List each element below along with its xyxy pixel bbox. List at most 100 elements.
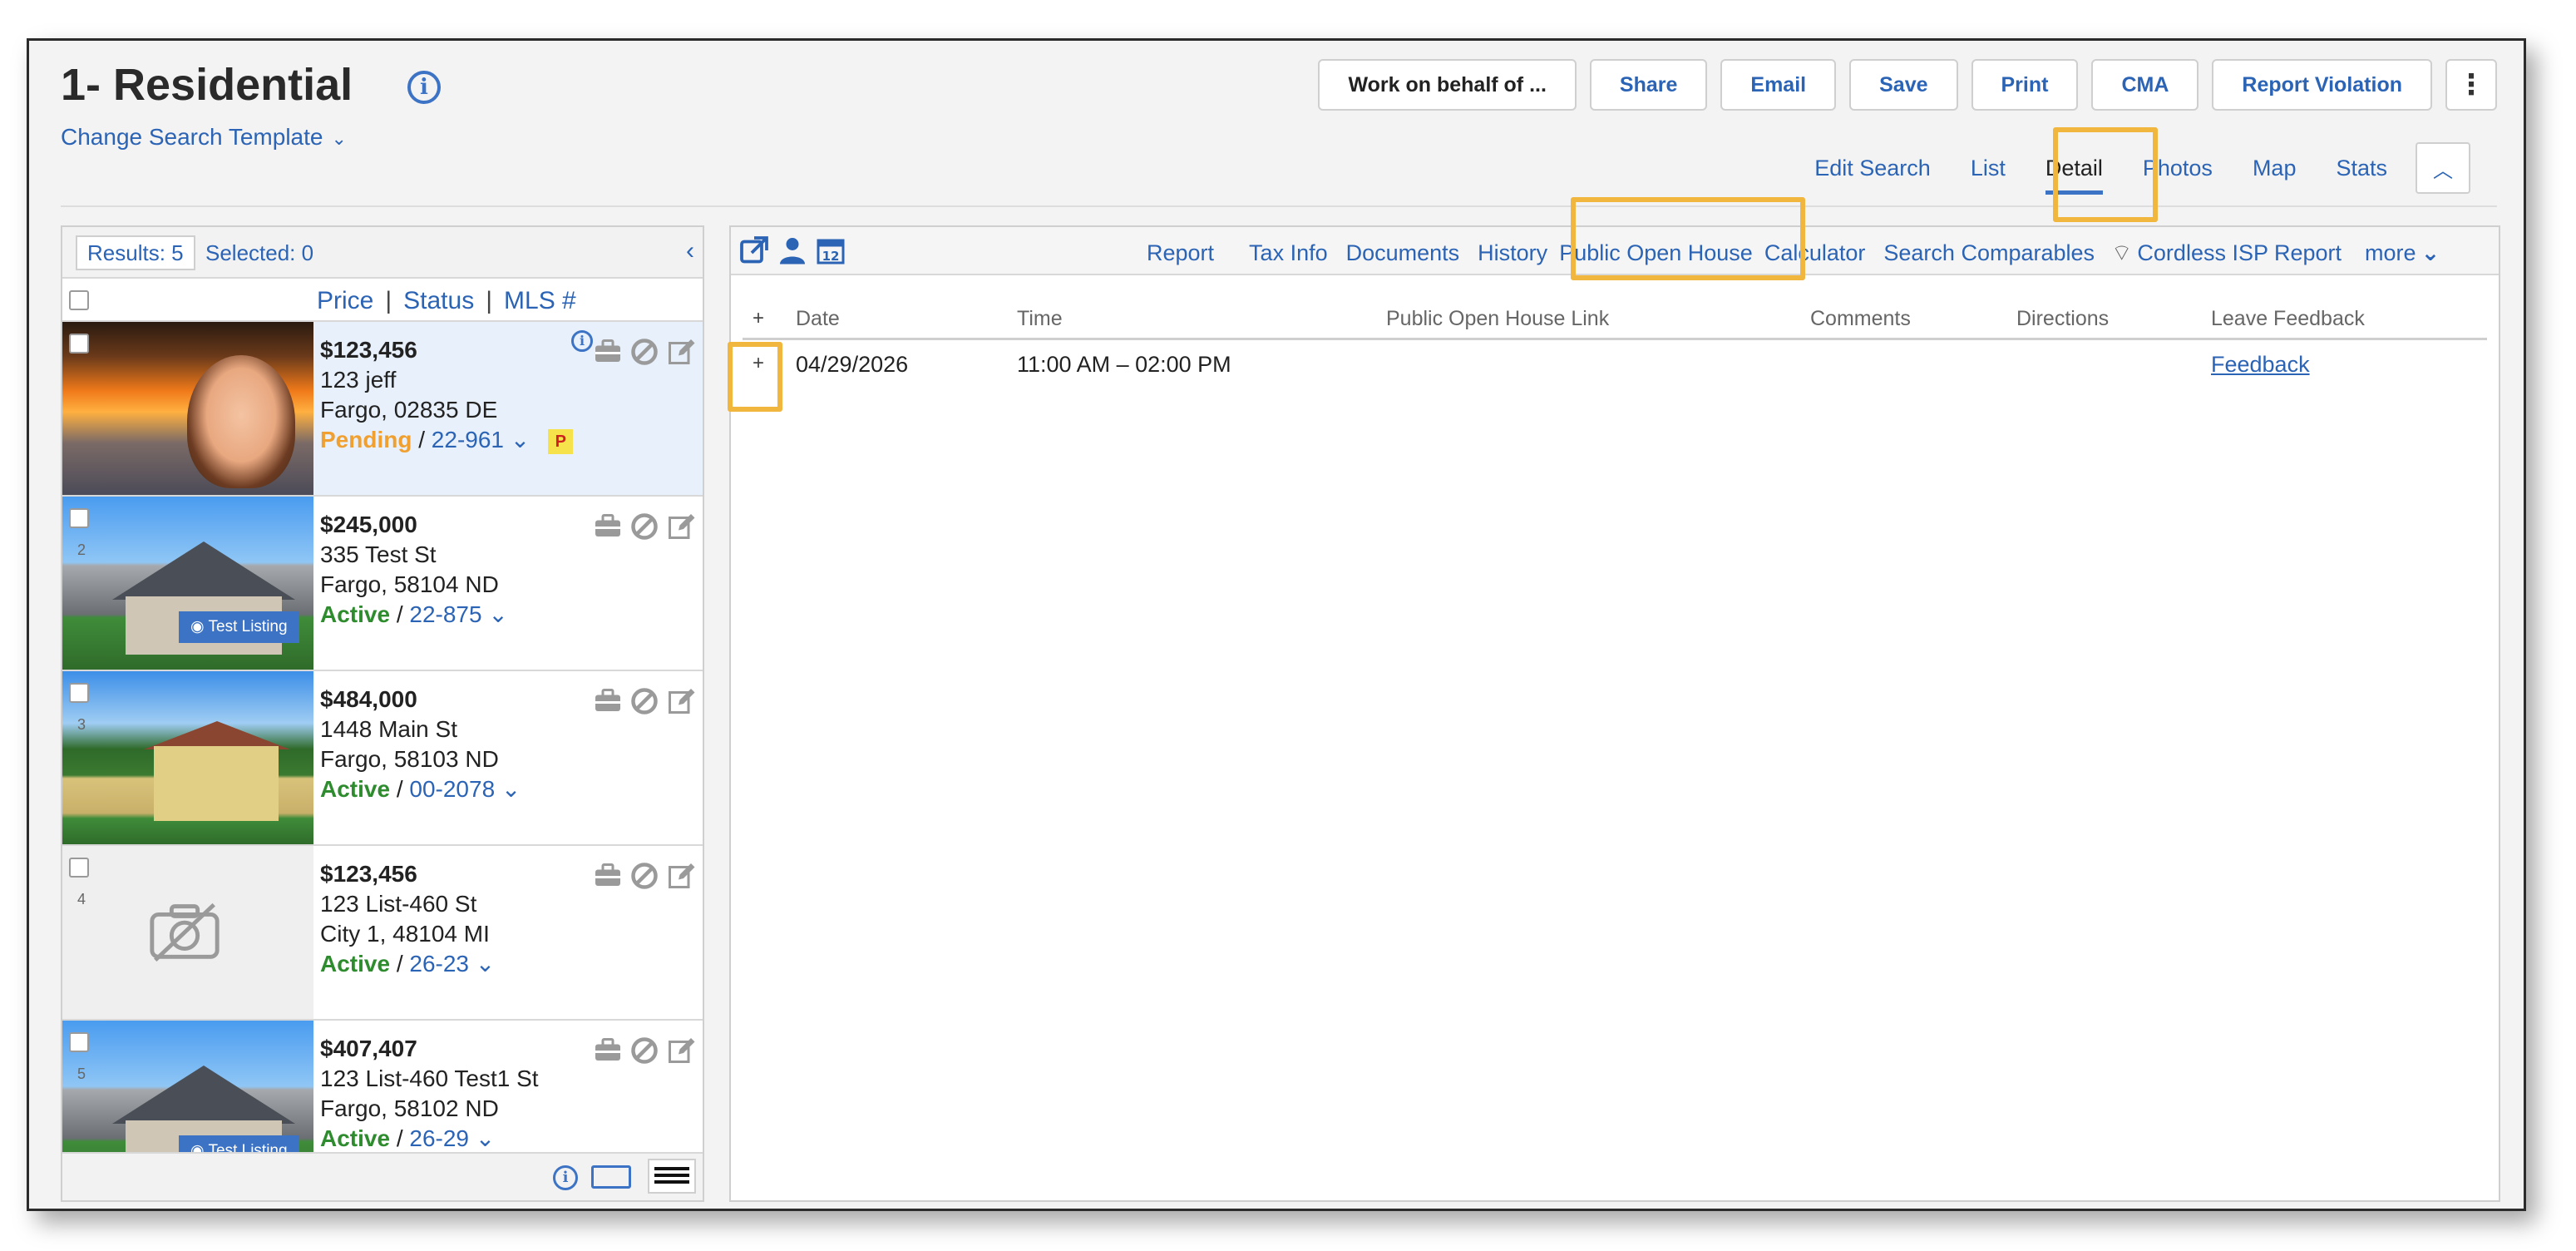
report-violation-button[interactable]: Report Violation (2212, 59, 2432, 111)
save-button[interactable]: Save (1849, 59, 1958, 111)
no-photo-icon (150, 902, 220, 962)
feedback-link[interactable]: Feedback (2211, 352, 2310, 378)
col-comments[interactable]: Comments (1810, 307, 1911, 331)
tab-edit-search[interactable]: Edit Search (1814, 156, 1931, 181)
more-menu-button[interactable]: ⋮ (2445, 59, 2497, 111)
listing-number: 3 (77, 716, 86, 733)
share-button[interactable]: Share (1589, 59, 1708, 111)
photo-house (154, 746, 279, 821)
block-icon[interactable] (629, 861, 659, 891)
list-view-icon[interactable] (648, 1159, 696, 1194)
link-documents[interactable]: Documents (1346, 239, 1460, 267)
listing-actions (593, 861, 696, 891)
briefcase-icon[interactable] (593, 512, 623, 541)
col-time[interactable]: Time (1017, 307, 1063, 331)
row-date: 04/29/2026 (796, 352, 909, 377)
edit-icon[interactable] (666, 337, 696, 367)
briefcase-icon[interactable] (593, 686, 623, 716)
open-external-icon[interactable] (739, 235, 769, 265)
listing-info: $123,456 123 jeff Fargo, 02835 DE Pendin… (320, 335, 574, 455)
block-icon[interactable] (629, 337, 659, 367)
briefcase-icon[interactable] (593, 861, 623, 891)
work-on-behalf-button[interactable]: Work on behalf of ... (1318, 59, 1577, 111)
col-date[interactable]: Date (796, 307, 840, 331)
link-tax-info[interactable]: Tax Info (1249, 239, 1328, 267)
listing-mls-dropdown[interactable]: 26-29 ⌄ (409, 1125, 495, 1151)
listing-mls-dropdown[interactable]: 22-875 ⌄ (409, 601, 507, 627)
test-listing-tag: ◉ Test Listing (179, 611, 299, 643)
listing-checkbox[interactable] (69, 858, 89, 878)
detail-panel: 12 Report Tax Info Documents History Pub… (729, 225, 2500, 1202)
link-report[interactable]: Report (1147, 239, 1214, 267)
calendar-icon[interactable]: 12 (816, 235, 846, 265)
listing-mls: 22-875 (409, 601, 482, 627)
listing-city: Fargo, 58103 ND (320, 746, 499, 772)
card-view-icon[interactable] (591, 1165, 631, 1189)
listing-row[interactable]: ◉ Test Listing 2 $245,000 335 Test St Fa… (62, 497, 703, 671)
results-footer: i (62, 1152, 703, 1200)
listing-mls-dropdown[interactable]: 22-961 ⌄ (432, 427, 530, 452)
block-icon[interactable] (629, 512, 659, 541)
col-open-house-link[interactable]: Public Open House Link (1386, 307, 1609, 331)
change-search-template-link[interactable]: Change Search Template ⌄ (61, 124, 347, 151)
tab-map[interactable]: Map (2253, 156, 2297, 181)
briefcase-icon[interactable] (593, 337, 623, 367)
signal-icon: ⌔ (2111, 240, 2133, 265)
sort-price[interactable]: Price (317, 287, 373, 314)
listing-checkbox[interactable] (69, 508, 89, 528)
selected-count[interactable]: Selected: 0 (205, 240, 313, 266)
listing-city: Fargo, 58104 ND (320, 571, 499, 597)
expand-all-button[interactable]: + (753, 307, 764, 330)
listing-photo[interactable] (62, 322, 313, 495)
listing-number: 5 (77, 1066, 86, 1082)
listing-photo[interactable]: ◉ Test Listing (62, 497, 313, 670)
contact-icon[interactable] (777, 235, 807, 265)
chevron-down-icon: ⌄ (2421, 240, 2440, 265)
print-button[interactable]: Print (1971, 59, 2079, 111)
listing-row[interactable]: 4 $123,456 123 List-460 St City 1, 48104… (62, 846, 703, 1021)
collapse-button[interactable]: ︿ (2416, 142, 2470, 194)
listing-status: Active (320, 951, 391, 977)
listing-mls: 26-23 (409, 951, 470, 977)
cma-button[interactable]: CMA (2091, 59, 2199, 111)
row-time: 11:00 AM – 02:00 PM (1017, 352, 1231, 377)
link-more[interactable]: more ⌄ (2365, 239, 2440, 267)
tab-list[interactable]: List (1971, 156, 2006, 181)
edit-icon[interactable] (666, 861, 696, 891)
listing-mls-dropdown[interactable]: 26-23 ⌄ (409, 951, 495, 977)
info-icon[interactable]: i (571, 330, 593, 352)
results-count[interactable]: Results: 5 (76, 235, 195, 270)
block-icon[interactable] (629, 686, 659, 716)
link-cordless-isp-report[interactable]: ⌔ Cordless ISP Report (2111, 239, 2342, 267)
sort-mls[interactable]: MLS # (504, 287, 576, 314)
listing-checkbox[interactable] (69, 1032, 89, 1052)
email-button[interactable]: Email (1720, 59, 1837, 111)
collapse-left-icon[interactable]: ‹ (686, 237, 694, 265)
edit-icon[interactable] (666, 512, 696, 541)
listing-checkbox[interactable] (69, 683, 89, 703)
page-title: 1- Residential (61, 60, 353, 110)
sort-status[interactable]: Status (403, 287, 474, 314)
col-leave-feedback[interactable]: Leave Feedback (2211, 307, 2365, 331)
listing-checkbox[interactable] (69, 334, 89, 354)
edit-icon[interactable] (666, 1036, 696, 1066)
listing-photo[interactable] (62, 846, 313, 1019)
edit-icon[interactable] (666, 686, 696, 716)
listing-row[interactable]: $123,456 123 jeff Fargo, 02835 DE Pendin… (62, 322, 703, 497)
link-search-comparables[interactable]: Search Comparables (1883, 239, 2095, 267)
listing-row[interactable]: 3 $484,000 1448 Main St Fargo, 58103 ND … (62, 671, 703, 846)
link-history[interactable]: History (1478, 239, 1547, 267)
select-all-checkbox[interactable] (69, 290, 89, 310)
tab-stats[interactable]: Stats (2336, 156, 2387, 181)
col-directions[interactable]: Directions (2016, 307, 2109, 331)
listing-price: $123,456 (320, 861, 417, 887)
info-icon[interactable]: i (553, 1165, 578, 1190)
listing-status: Active (320, 1125, 391, 1151)
briefcase-icon[interactable] (593, 1036, 623, 1066)
listing-status: Active (320, 776, 391, 802)
listing-mls-dropdown[interactable]: 00-2078 ⌄ (409, 776, 521, 802)
listing-photo[interactable] (62, 671, 313, 844)
block-icon[interactable] (629, 1036, 659, 1066)
sort-separator: | (486, 287, 493, 314)
info-icon[interactable]: i (407, 71, 441, 104)
